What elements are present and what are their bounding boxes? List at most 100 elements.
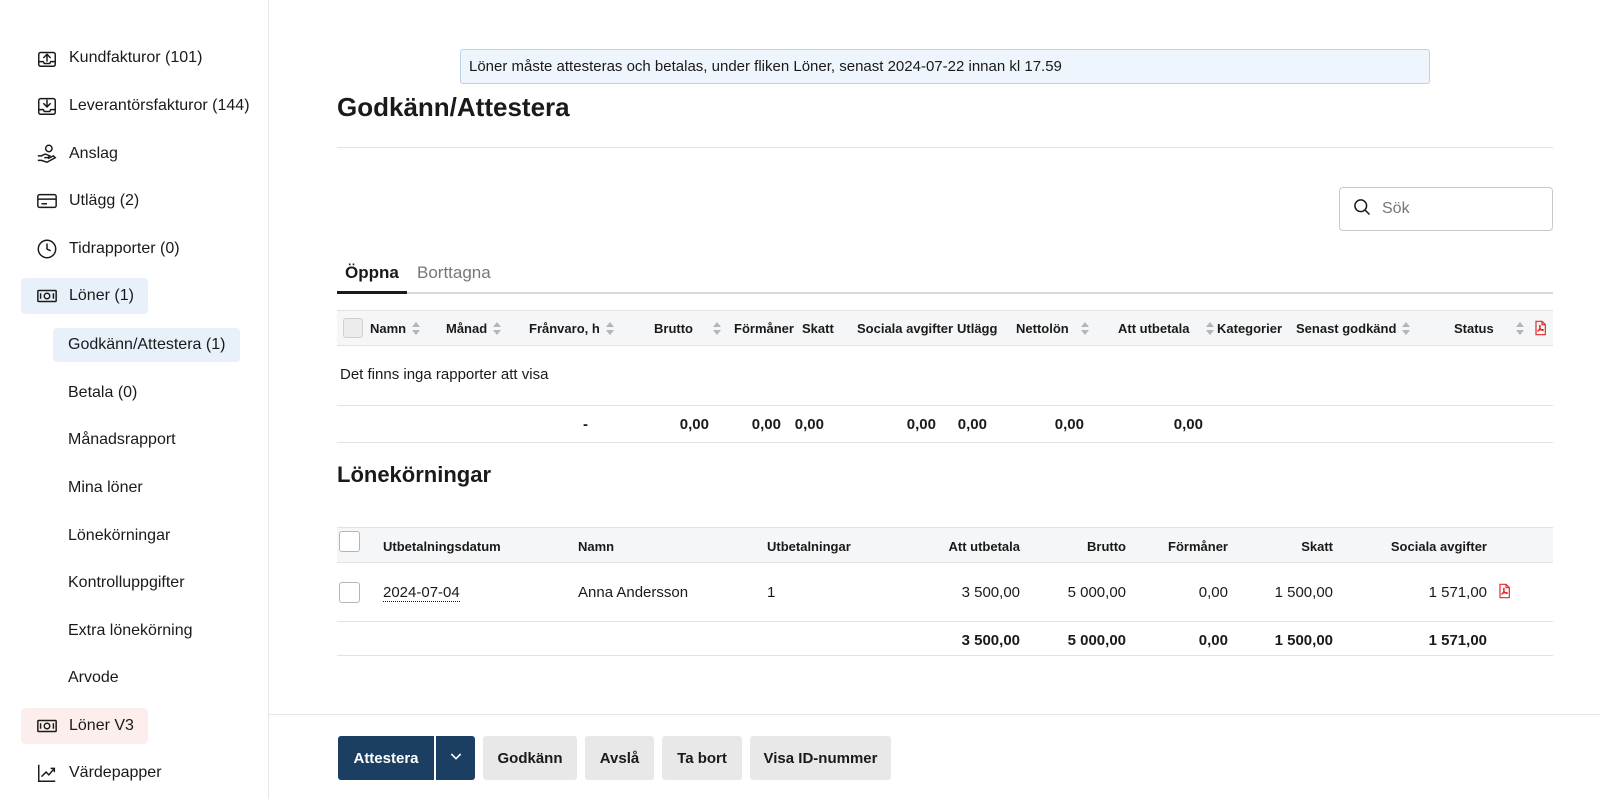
sidebar-item-tidrapporter[interactable]: Tidrapporter (0): [21, 231, 180, 267]
sidebar-item-vardepapper[interactable]: Värdepapper: [21, 755, 162, 791]
total-brutto: 0,00: [679, 416, 709, 433]
col-franvaro[interactable]: Frånvaro, h: [529, 321, 614, 336]
reports-table-header: Namn Månad Frånvaro, h Brutto Förmåner S…: [337, 310, 1553, 346]
col-att-utbetala[interactable]: Att utbetala: [1118, 321, 1214, 336]
total-formaner: 0,00: [1198, 632, 1228, 649]
total-att-utbetala: 0,00: [1173, 416, 1203, 433]
page-title: Godkänn/Attestera: [337, 92, 570, 122]
total-skatt: 1 500,00: [1274, 632, 1333, 649]
sort-icon: [1402, 322, 1411, 335]
sidebar-item-label: Kundfakturor (101): [69, 49, 203, 66]
total-sociala: 1 571,00: [1428, 632, 1487, 649]
col-senast-godkand[interactable]: Senast godkänd: [1296, 321, 1411, 336]
approve-button[interactable]: Godkänn: [483, 736, 577, 780]
sidebar-item-utlagg[interactable]: Utlägg (2): [21, 183, 139, 219]
col-skatt: Skatt: [802, 321, 834, 336]
col-att-utbetala: Att utbetala: [948, 539, 1021, 554]
col-namn: Namn: [578, 539, 615, 554]
sidebar-item-label: Löner V3: [69, 717, 134, 734]
money-icon: [35, 714, 59, 738]
attest-dropdown-button[interactable]: [436, 736, 475, 780]
total-skatt: 0,00: [794, 416, 824, 433]
sidebar-item-label: Värdepapper: [69, 764, 162, 781]
row-brutto: 5 000,00: [1067, 584, 1126, 601]
search-input[interactable]: [1382, 200, 1542, 218]
row-sociala: 1 571,00: [1428, 584, 1487, 601]
sidebar-item-label: Utlägg (2): [69, 192, 140, 209]
row-payout-count: 1: [767, 584, 776, 601]
search-box[interactable]: [1339, 187, 1553, 231]
sidebar-subitem-lonekorningar[interactable]: Lönekörningar: [53, 519, 185, 553]
sidebar-item-leverantorsfakturor[interactable]: Leverantörsfakturor (144): [21, 88, 250, 124]
sidebar-item-loner[interactable]: Löner (1): [21, 278, 148, 314]
sidebar: Kundfakturor (101) Leverantörsfakturor (…: [0, 0, 269, 799]
sidebar-subitem-manadsrapport[interactable]: Månadsrapport: [53, 423, 191, 457]
total-utlagg: 0,00: [957, 416, 987, 433]
invoice-out-icon: [35, 46, 59, 70]
sort-icon: [493, 322, 502, 335]
sidebar-item-loner-v3[interactable]: Löner V3: [21, 708, 148, 744]
divider: [337, 442, 1553, 443]
col-utbetalningsdatum: Utbetalningsdatum: [383, 539, 501, 554]
col-status[interactable]: Status: [1454, 321, 1524, 336]
chart-line-icon: [35, 761, 59, 785]
col-brutto[interactable]: Brutto: [654, 321, 721, 336]
sidebar-item-kundfakturor[interactable]: Kundfakturor (101): [21, 40, 202, 76]
total-nettolon: 0,00: [1054, 416, 1084, 433]
reject-button[interactable]: Avslå: [585, 736, 654, 780]
sort-icon: [412, 322, 421, 335]
tab-borttagna[interactable]: Borttagna: [409, 263, 499, 294]
search-icon: [1352, 197, 1372, 222]
payout-date-link[interactable]: 2024-07-04: [383, 584, 460, 602]
sidebar-item-anslag[interactable]: Anslag: [21, 136, 118, 172]
sidebar-item-label: Månadsrapport: [68, 431, 176, 448]
sidebar-subitem-betala[interactable]: Betala (0): [53, 376, 152, 410]
select-all-checkbox[interactable]: [343, 318, 363, 338]
payroll-table-header: Utbetalningsdatum Namn Utbetalningar Att…: [337, 527, 1553, 563]
col-manad[interactable]: Månad: [446, 321, 502, 336]
col-nettolon[interactable]: Nettolön: [1016, 321, 1089, 336]
divider: [337, 405, 1553, 406]
tab-oppna[interactable]: Öppna: [337, 263, 407, 294]
select-all-checkbox[interactable]: [339, 531, 360, 552]
row-skatt: 1 500,00: [1274, 584, 1333, 601]
delete-button[interactable]: Ta bort: [662, 736, 742, 780]
divider: [337, 655, 1553, 656]
col-utlagg: Utlägg: [957, 321, 998, 336]
col-namn[interactable]: Namn: [370, 321, 421, 336]
main-content: Löner måste attesteras och betalas, unde…: [269, 0, 1600, 799]
col-formaner: Förmåner: [734, 321, 794, 336]
sidebar-item-label: Arvode: [68, 669, 119, 686]
card-icon: [35, 189, 59, 213]
sidebar-item-label: Leverantörsfakturor (144): [69, 97, 250, 114]
sidebar-item-label: Betala (0): [68, 384, 138, 401]
sidebar-subitem-arvode[interactable]: Arvode: [53, 661, 134, 695]
col-skatt: Skatt: [1301, 539, 1333, 554]
empty-message: Det finns inga rapporter att visa: [340, 366, 549, 383]
col-utbetalningar: Utbetalningar: [767, 539, 851, 554]
show-id-button[interactable]: Visa ID-nummer: [750, 736, 891, 780]
tab-bar: Öppna Borttagna: [337, 255, 1553, 294]
deadline-banner: Löner måste attesteras och betalas, unde…: [460, 49, 1430, 84]
pdf-icon[interactable]: [1496, 583, 1512, 604]
col-brutto: Brutto: [1087, 539, 1126, 554]
row-att-utbetala: 3 500,00: [961, 584, 1020, 601]
sort-icon: [713, 322, 721, 335]
action-bar: Attestera Godkänn Avslå Ta bort Visa ID-…: [269, 714, 1600, 799]
chevron-down-icon: [448, 748, 464, 768]
sidebar-subitem-extra-lonekorning[interactable]: Extra lönekörning: [53, 614, 208, 648]
sidebar-item-label: Kontrolluppgifter: [68, 574, 185, 591]
section-title-lonekorningar: Lönekörningar: [337, 462, 492, 487]
sidebar-subitem-godkann-attestera[interactable]: Godkänn/Attestera (1): [53, 328, 241, 362]
attest-button[interactable]: Attestera: [338, 736, 434, 780]
hand-coins-icon: [35, 142, 59, 166]
sidebar-subitem-kontrolluppgifter[interactable]: Kontrolluppgifter: [53, 566, 200, 600]
sidebar-item-label: Tidrapporter (0): [69, 240, 180, 257]
row-checkbox[interactable]: [339, 582, 360, 603]
sidebar-item-label: Mina löner: [68, 479, 143, 496]
sidebar-subitem-mina-loner[interactable]: Mina löner: [53, 471, 158, 505]
divider: [337, 621, 1553, 622]
total-franvaro: -: [583, 416, 588, 433]
pdf-icon[interactable]: [1532, 320, 1548, 341]
divider: [337, 147, 1553, 148]
